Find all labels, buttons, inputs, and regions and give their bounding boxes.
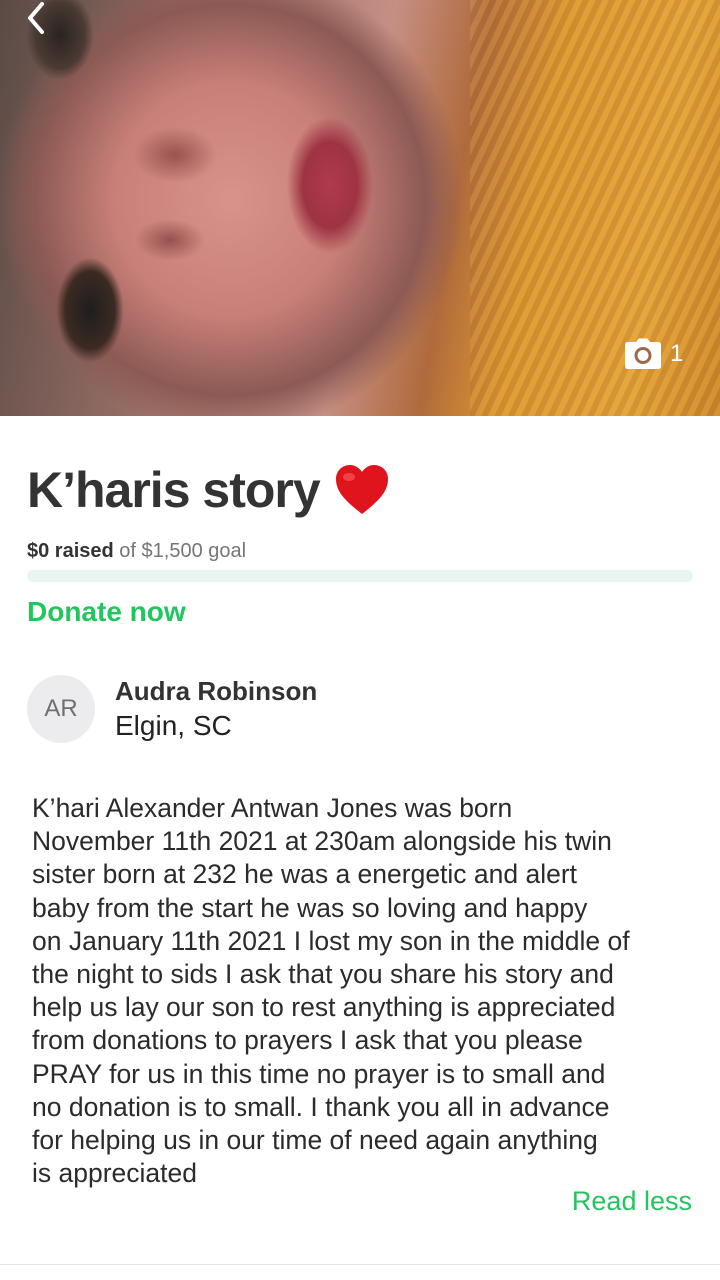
back-button[interactable] (18, 0, 54, 36)
organizer-name: Audra Robinson (115, 676, 318, 706)
read-less-link[interactable]: Read less (572, 1186, 692, 1217)
donate-now-button[interactable]: Donate now (27, 596, 186, 628)
chevron-left-icon (28, 2, 44, 34)
progress-bar (27, 570, 693, 582)
red-heart-icon (335, 465, 388, 514)
goal-text: of $1,500 goal (113, 540, 247, 562)
photo-gallery-button[interactable]: 1 (624, 336, 683, 372)
fundraising-progress-text: $0 raised of $1,500 goal (27, 540, 246, 563)
story-text: K’hari Alexander Antwan Jones was born N… (32, 793, 630, 1189)
raised-amount: $0 raised (27, 540, 114, 562)
photo-count-label: 1 (670, 340, 684, 367)
campaign-title: K’haris story (27, 462, 321, 518)
organizer-location: Elgin, SC (115, 710, 232, 741)
organizer-text: Audra Robinson Elgin, SC (115, 674, 317, 744)
camera-icon (625, 338, 661, 369)
campaign-title-row: K’haris story (27, 458, 697, 522)
organizer-avatar: AR (27, 675, 95, 743)
campaign-hero-photo[interactable]: 1 (0, 0, 720, 416)
divider (0, 1264, 720, 1265)
organizer-info[interactable]: AR Audra Robinson Elgin, SC (27, 674, 317, 744)
